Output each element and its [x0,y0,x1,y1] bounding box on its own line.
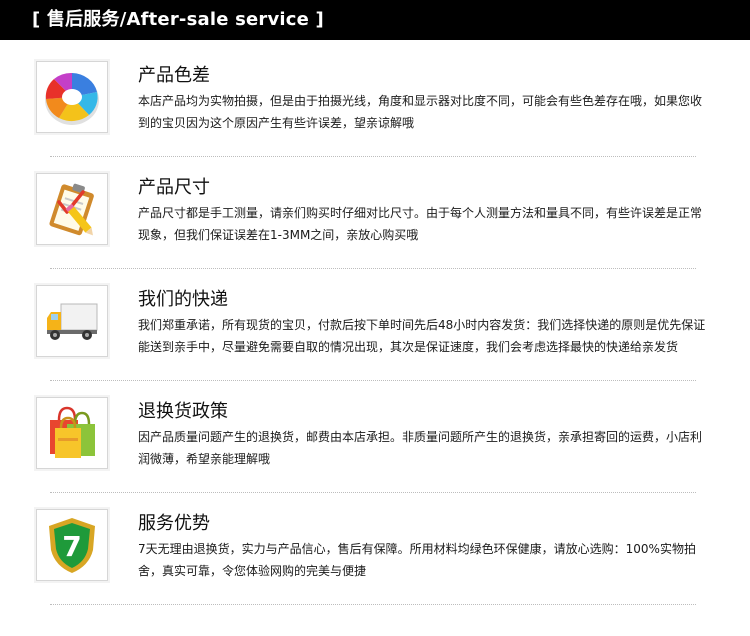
section-body: 我们郑重承诺，所有现货的宝贝，付款后按下单时间先后48小时内容发货：我们选择快递… [138,318,706,354]
header-bar: [ 售后服务/After-sale service ] [0,0,750,40]
shield-7-icon: 7 [49,518,95,573]
section-color-difference: 产品色差 本店产品均为实物拍摄，但是由于拍摄光线，角度和显示器对比度不同，可能会… [0,61,750,173]
header-title: [ 售后服务/After-sale service ] [32,9,324,30]
divider [50,380,696,381]
section-product-size: 产品尺寸 产品尺寸都是手工测量，请亲们购买时仔细对比尺寸。由于每个人测量方法和量… [0,173,750,285]
section-body: 本店产品均为实物拍摄，但是由于拍摄光线，角度和显示器对比度不同，可能会有些色差存… [138,94,703,130]
section-service-advantage: 7 服务优势 7天无理由退换货，实力与产品信心，售后有保障。所用材料均绿色环保健… [0,509,750,621]
icon-frame [36,173,108,245]
icon-frame: 7 [36,509,108,581]
section-body: 7天无理由退换货，实力与产品信心，售后有保障。所用材料均绿色环保健康，请放心选购… [138,542,696,578]
delivery-truck-icon [47,303,98,340]
color-wheel-icon [45,72,99,125]
divider [50,268,696,269]
section-title: 服务优势 [138,513,210,534]
section-return-policy: 退换货政策 因产品质量问题产生的退换货，邮费由本店承担。非质量问题所产生的退换货… [0,397,750,509]
section-title: 产品色差 [138,65,210,86]
icon-frame [36,285,108,357]
divider [50,156,696,157]
divider [50,492,696,493]
section-delivery: 我们的快递 我们郑重承诺，所有现货的宝贝，付款后按下单时间先后48小时内容发货：… [0,285,750,397]
section-body: 因产品质量问题产生的退换货，邮费由本店承担。非质量问题所产生的退换货，亲承担寄回… [138,430,703,466]
clipboard-pencil-icon [49,183,94,236]
icon-frame [36,61,108,133]
badge-number: 7 [62,530,81,563]
icon-frame [36,397,108,469]
shopping-bags-icon [50,406,95,458]
divider [50,604,696,605]
section-title: 退换货政策 [138,401,228,422]
section-title: 我们的快递 [138,289,228,310]
section-title: 产品尺寸 [138,177,210,198]
section-body: 产品尺寸都是手工测量，请亲们购买时仔细对比尺寸。由于每个人测量方法和量具不同，有… [138,206,703,242]
